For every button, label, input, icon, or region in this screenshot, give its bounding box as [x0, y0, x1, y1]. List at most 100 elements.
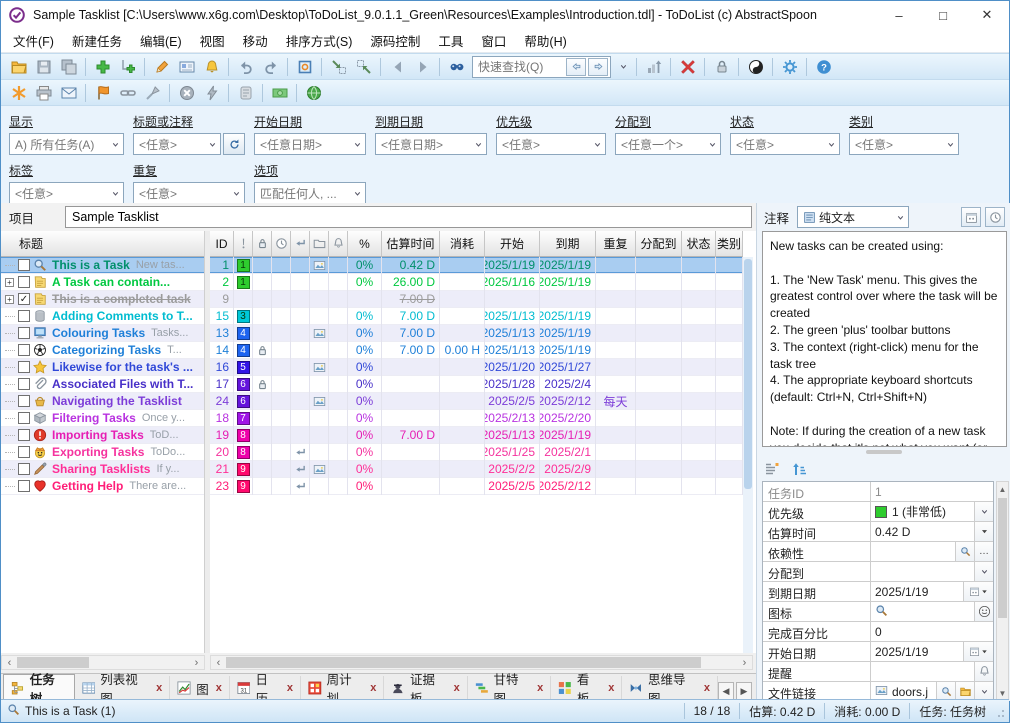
menu-item-4[interactable]: 移动 — [234, 28, 277, 53]
task-row-columns[interactable]: 1340%7.00 D2025/1/132025/1/19 — [210, 325, 743, 342]
task-checkbox[interactable] — [18, 395, 30, 407]
menu-item-3[interactable]: 视图 — [191, 28, 234, 53]
tab-scroll-left-button[interactable]: ◀ — [718, 682, 734, 700]
menu-item-7[interactable]: 工具 — [429, 28, 472, 53]
indent-left-button[interactable] — [351, 56, 376, 78]
attribute-calendar-button[interactable] — [963, 582, 993, 601]
email-button[interactable] — [56, 82, 81, 104]
filter-refresh-button[interactable] — [223, 133, 245, 155]
menu-item-5[interactable]: 排序方式(S) — [277, 28, 362, 53]
task-row-columns[interactable]: 210%26.00 D2025/1/162025/1/19 — [210, 274, 743, 291]
filter-combo[interactable]: <任意日期> — [254, 133, 366, 155]
task-row-title[interactable]: Likewise for the task's ... — [1, 359, 204, 376]
attr-outline-button[interactable] — [762, 459, 782, 479]
spur-button[interactable] — [6, 82, 31, 104]
scroll-left-arrow[interactable]: ‹ — [2, 657, 17, 669]
view-toggle-button[interactable] — [292, 56, 317, 78]
redo-button[interactable] — [258, 56, 283, 78]
scrollbar-track[interactable] — [17, 656, 189, 669]
new-subtask-button[interactable] — [115, 56, 140, 78]
save-all-button[interactable] — [56, 56, 81, 78]
filter-combo[interactable]: <任意一个> — [615, 133, 721, 155]
attribute-value[interactable]: 0 — [871, 622, 993, 641]
indent-right-button[interactable] — [326, 56, 351, 78]
task-checkbox[interactable] — [18, 378, 30, 390]
tab-task-tree[interactable]: 任务树 — [3, 674, 75, 700]
project-input[interactable] — [65, 206, 752, 228]
print-button[interactable] — [31, 82, 56, 104]
comments-tool-calendar-icon[interactable] — [961, 207, 981, 227]
tab-close-button[interactable]: x — [704, 682, 710, 694]
tree-expander[interactable]: + — [5, 295, 14, 304]
tab-view-5[interactable]: 证据板x — [384, 676, 467, 700]
task-row-title[interactable]: Exporting TasksToDo... — [1, 444, 204, 461]
task-checkbox[interactable] — [18, 310, 30, 322]
column-header-est[interactable]: 估算时间 — [382, 231, 440, 257]
attr-sort-button[interactable] — [790, 459, 810, 479]
comments-format-combo[interactable]: 纯文本 — [797, 206, 909, 228]
tab-view-2[interactable]: 图x — [170, 676, 230, 700]
column-header-file[interactable] — [310, 231, 329, 257]
task-checkbox[interactable] — [18, 361, 30, 373]
close-button[interactable]: ✕ — [965, 1, 1009, 29]
quick-find-prev-button[interactable] — [566, 58, 586, 76]
task-row-columns[interactable]: 2190%2025/2/22025/2/9 — [210, 461, 743, 478]
tab-close-button[interactable]: x — [454, 682, 460, 694]
menu-item-9[interactable]: 帮助(H) — [515, 28, 575, 53]
task-row-columns[interactable]: 2460%2025/2/52025/2/12每天 — [210, 393, 743, 410]
donate-button[interactable] — [267, 82, 292, 104]
attribute-value[interactable]: 1 — [871, 482, 993, 501]
task-checkbox[interactable] — [18, 259, 30, 271]
filter-combo[interactable]: <任意> — [9, 182, 124, 204]
column-header-assign[interactable]: 分配到 — [636, 231, 682, 257]
menu-item-1[interactable]: 新建任务 — [63, 28, 131, 53]
tab-scroll-right-button[interactable]: ▶ — [736, 682, 752, 700]
task-row-columns[interactable]: 1760%2025/1/282025/2/4 — [210, 376, 743, 393]
scrollbar-thumb[interactable] — [998, 498, 1007, 618]
tab-view-6[interactable]: 甘特图x — [468, 676, 551, 700]
quick-find-next-button[interactable] — [588, 58, 608, 76]
task-checkbox[interactable] — [18, 463, 30, 475]
attribute-value[interactable] — [871, 662, 974, 681]
maximize-button[interactable]: □ — [921, 1, 965, 29]
menu-item-2[interactable]: 编辑(E) — [131, 28, 191, 53]
lightning-button[interactable] — [199, 82, 224, 104]
undo-button[interactable] — [233, 56, 258, 78]
broom-button[interactable] — [140, 82, 165, 104]
comments-text[interactable]: New tasks can be created using: 1. The '… — [762, 231, 1007, 447]
web-button[interactable] — [301, 82, 326, 104]
save-button[interactable] — [31, 56, 56, 78]
attribute-value[interactable]: 2025/1/19 — [871, 642, 963, 661]
task-row-title[interactable]: +A Task can contain... — [1, 274, 204, 291]
column-header-start[interactable]: 开始 — [485, 231, 540, 257]
task-row-columns[interactable]: 1980%7.00 D2025/1/132025/1/19 — [210, 427, 743, 444]
task-row-columns[interactable]: 110%0.42 D2025/1/192025/1/19 — [210, 257, 743, 274]
next-task-button[interactable] — [410, 56, 435, 78]
scroll-right-arrow[interactable]: › — [189, 657, 204, 669]
attributes-scrollbar[interactable]: ▲ ▼ — [996, 481, 1009, 701]
attribute-ellipsis-button[interactable]: … — [974, 542, 993, 561]
attribute-magnifier-button[interactable] — [955, 542, 974, 561]
menu-item-8[interactable]: 窗口 — [472, 28, 515, 53]
task-row-title[interactable]: +✓This is a completed task — [1, 291, 204, 308]
task-row-columns[interactable]: 2080%2025/1/252025/2/1 — [210, 444, 743, 461]
menu-item-6[interactable]: 源码控制 — [361, 28, 429, 53]
column-header-pct[interactable]: % — [348, 231, 382, 257]
comments-tool-clock-icon[interactable] — [985, 207, 1005, 227]
filter-combo[interactable]: <任意> — [849, 133, 959, 155]
scrollbar-thumb[interactable] — [744, 259, 752, 489]
filter-combo[interactable]: 匹配任何人, ... — [254, 182, 366, 204]
tree-expander[interactable]: + — [5, 278, 14, 287]
cancel-circle-button[interactable] — [174, 82, 199, 104]
password-lock-button[interactable] — [709, 56, 734, 78]
filter-combo[interactable]: <任意> — [496, 133, 606, 155]
task-checkbox[interactable] — [18, 276, 30, 288]
tab-close-button[interactable]: x — [537, 682, 543, 694]
attribute-smiley-button[interactable] — [974, 602, 993, 621]
task-row-title[interactable]: Sharing TasklistsIf y... — [1, 461, 204, 478]
find-tasks-button[interactable] — [444, 56, 469, 78]
new-task-button[interactable] — [90, 56, 115, 78]
attribute-bellbtn-button[interactable] — [974, 662, 993, 681]
task-checkbox[interactable] — [18, 327, 30, 339]
scrollbar-thumb[interactable] — [226, 657, 701, 668]
